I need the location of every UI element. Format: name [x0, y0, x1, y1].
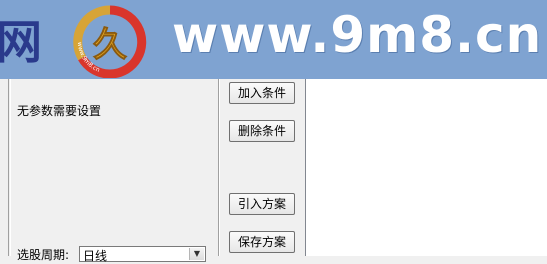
- logo-glyph: 久: [93, 25, 127, 65]
- condition-list[interactable]: [305, 72, 547, 256]
- watermark-logo-icon: 久 www.9m8.cn: [73, 5, 147, 78]
- import-plan-button[interactable]: 引入方案: [229, 193, 295, 215]
- add-condition-button[interactable]: 加入条件: [229, 82, 295, 104]
- period-select[interactable]: 日线 ▼: [79, 246, 206, 263]
- watermark-banner: 网 久 www.9m8.cn www.9m8.cn: [0, 0, 547, 79]
- no-param-text: 无参数需要设置: [17, 104, 102, 118]
- period-label: 选股周期:: [17, 248, 70, 262]
- delete-condition-button[interactable]: 删除条件: [229, 120, 295, 142]
- condition-params-panel: [8, 60, 219, 256]
- save-plan-button[interactable]: 保存方案: [229, 231, 295, 253]
- watermark-url: www.9m8.cn: [172, 6, 543, 64]
- chevron-down-icon[interactable]: ▼: [189, 248, 204, 260]
- watermark-char: 网: [0, 15, 42, 69]
- panel-divider: [218, 60, 219, 256]
